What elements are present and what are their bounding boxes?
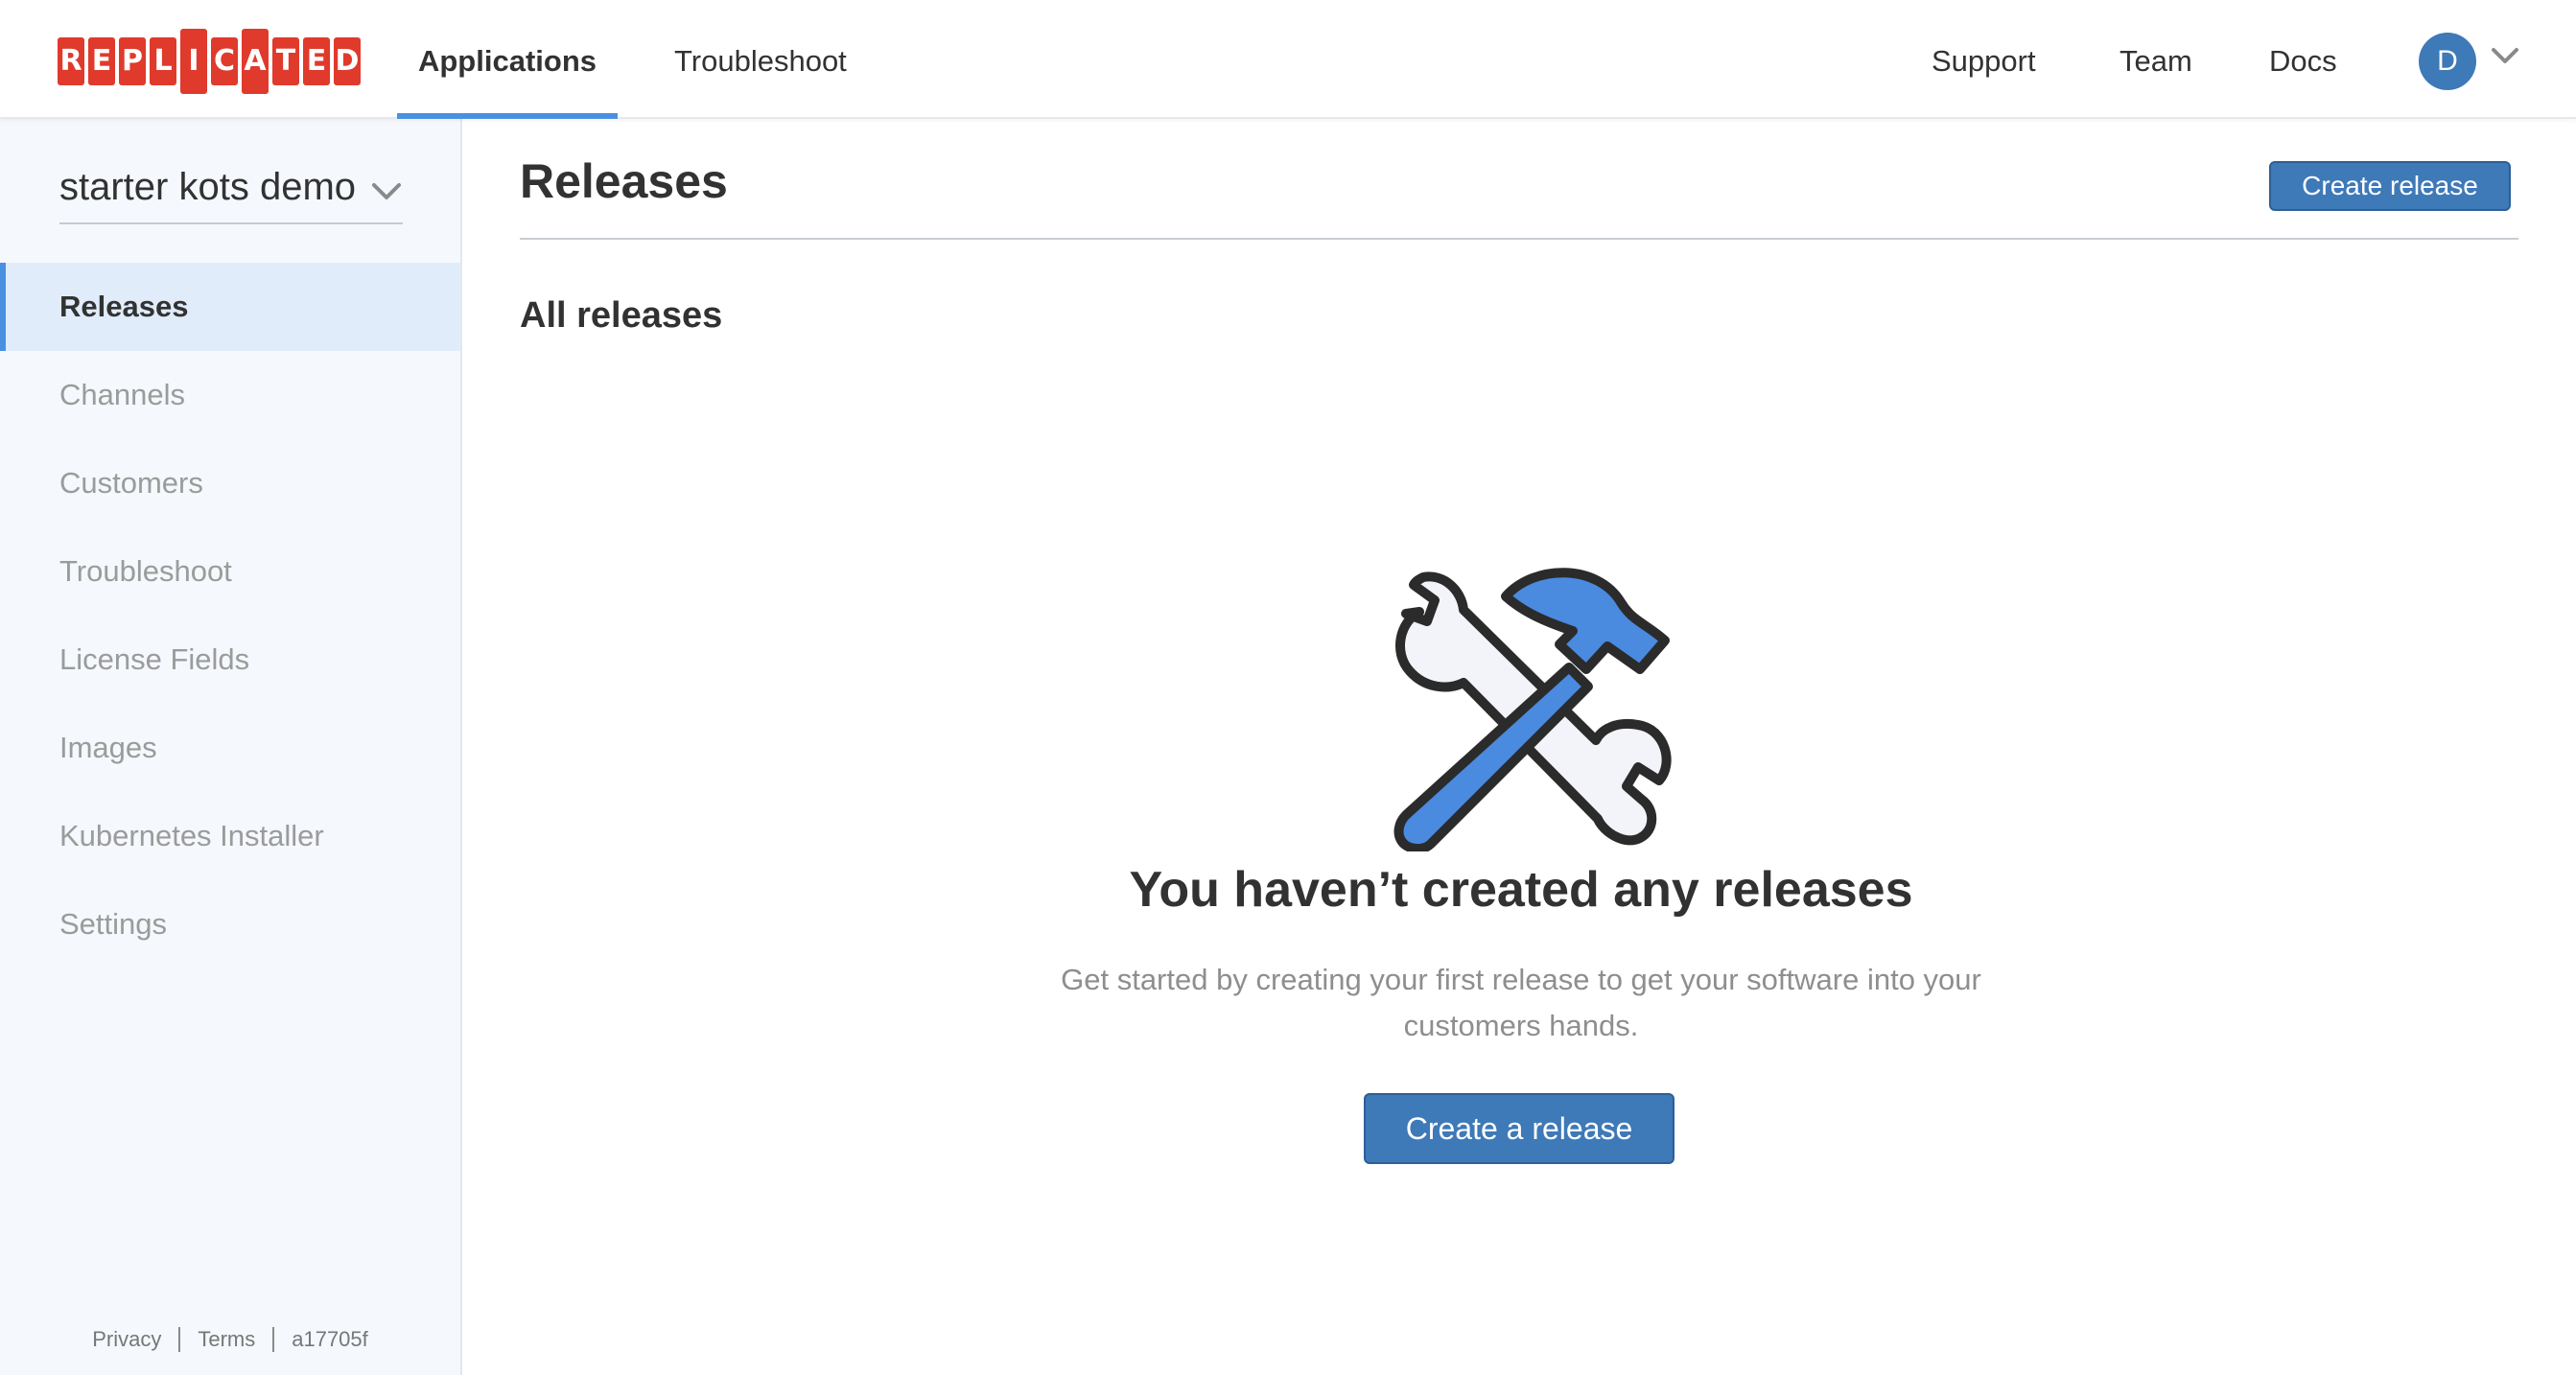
section-title: All releases (520, 295, 723, 336)
terms-link[interactable]: Terms (198, 1327, 255, 1352)
sidebar-item-releases[interactable]: Releases (0, 263, 460, 351)
create-a-release-button[interactable]: Create a release (1364, 1093, 1674, 1164)
sidebar-item-customers[interactable]: Customers (0, 439, 460, 527)
create-release-button[interactable]: Create release (2269, 161, 2511, 211)
version-label: a17705f (292, 1327, 368, 1351)
active-tab-indicator (397, 113, 618, 119)
replicated-logo[interactable]: R E P L I C A T E D (58, 29, 361, 94)
nav-docs[interactable]: Docs (2269, 0, 2337, 117)
chevron-down-icon[interactable] (2490, 40, 2520, 71)
sidebar-nav: Releases Channels Customers Troubleshoot… (0, 263, 460, 968)
empty-state-description: Get started by creating your first relea… (1061, 963, 1981, 1042)
nav-troubleshoot[interactable]: Troubleshoot (674, 0, 847, 117)
nav-applications-label: Applications (417, 44, 597, 78)
sidebar: starter kots demo Releases Channels Cust… (0, 117, 462, 1375)
main-content: Releases Create release All releases You… (462, 117, 2576, 1375)
sidebar-footer: Privacy Terms a17705f (0, 1327, 460, 1352)
divider (272, 1327, 275, 1352)
empty-state-title: You haven’t created any releases (1129, 862, 1913, 918)
app-selector-label: starter kots demo (59, 166, 357, 208)
nav-support[interactable]: Support (1932, 0, 2036, 117)
sidebar-item-settings[interactable]: Settings (0, 880, 460, 968)
wrench-hammer-icon (1393, 568, 1672, 851)
divider (178, 1327, 181, 1352)
sidebar-item-images[interactable]: Images (0, 704, 460, 792)
divider (520, 238, 2518, 240)
nav-team[interactable]: Team (2119, 0, 2192, 117)
sidebar-item-channels[interactable]: Channels (0, 351, 460, 439)
top-navbar: R E P L I C A T E D Applications Trouble… (0, 0, 2576, 119)
privacy-link[interactable]: Privacy (92, 1327, 161, 1352)
avatar[interactable]: D (2419, 33, 2476, 90)
chevron-down-icon (372, 183, 401, 199)
page-title: Releases (520, 154, 728, 208)
nav-applications[interactable]: Applications (397, 0, 618, 119)
sidebar-item-license-fields[interactable]: License Fields (0, 616, 460, 704)
sidebar-item-kubernetes-installer[interactable]: Kubernetes Installer (0, 792, 460, 880)
app-selector[interactable]: starter kots demo (59, 163, 403, 224)
sidebar-item-troubleshoot[interactable]: Troubleshoot (0, 527, 460, 616)
